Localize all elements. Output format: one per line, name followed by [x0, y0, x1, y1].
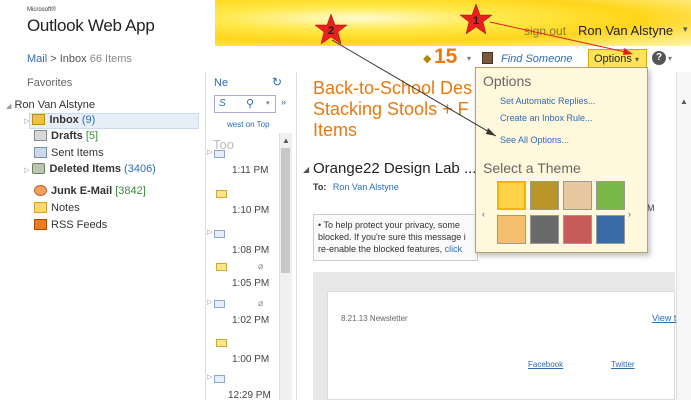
- annotation-label-2: 2: [327, 25, 335, 37]
- arrow-head-icon: [486, 128, 496, 136]
- annotation-overlay: [314, 3, 633, 137]
- annotation-arrow-2: [331, 39, 497, 137]
- arrow-head-icon: [623, 48, 633, 55]
- annotation-arrow-1: [489, 21, 631, 54]
- annotation-label-1: 1: [472, 15, 480, 27]
